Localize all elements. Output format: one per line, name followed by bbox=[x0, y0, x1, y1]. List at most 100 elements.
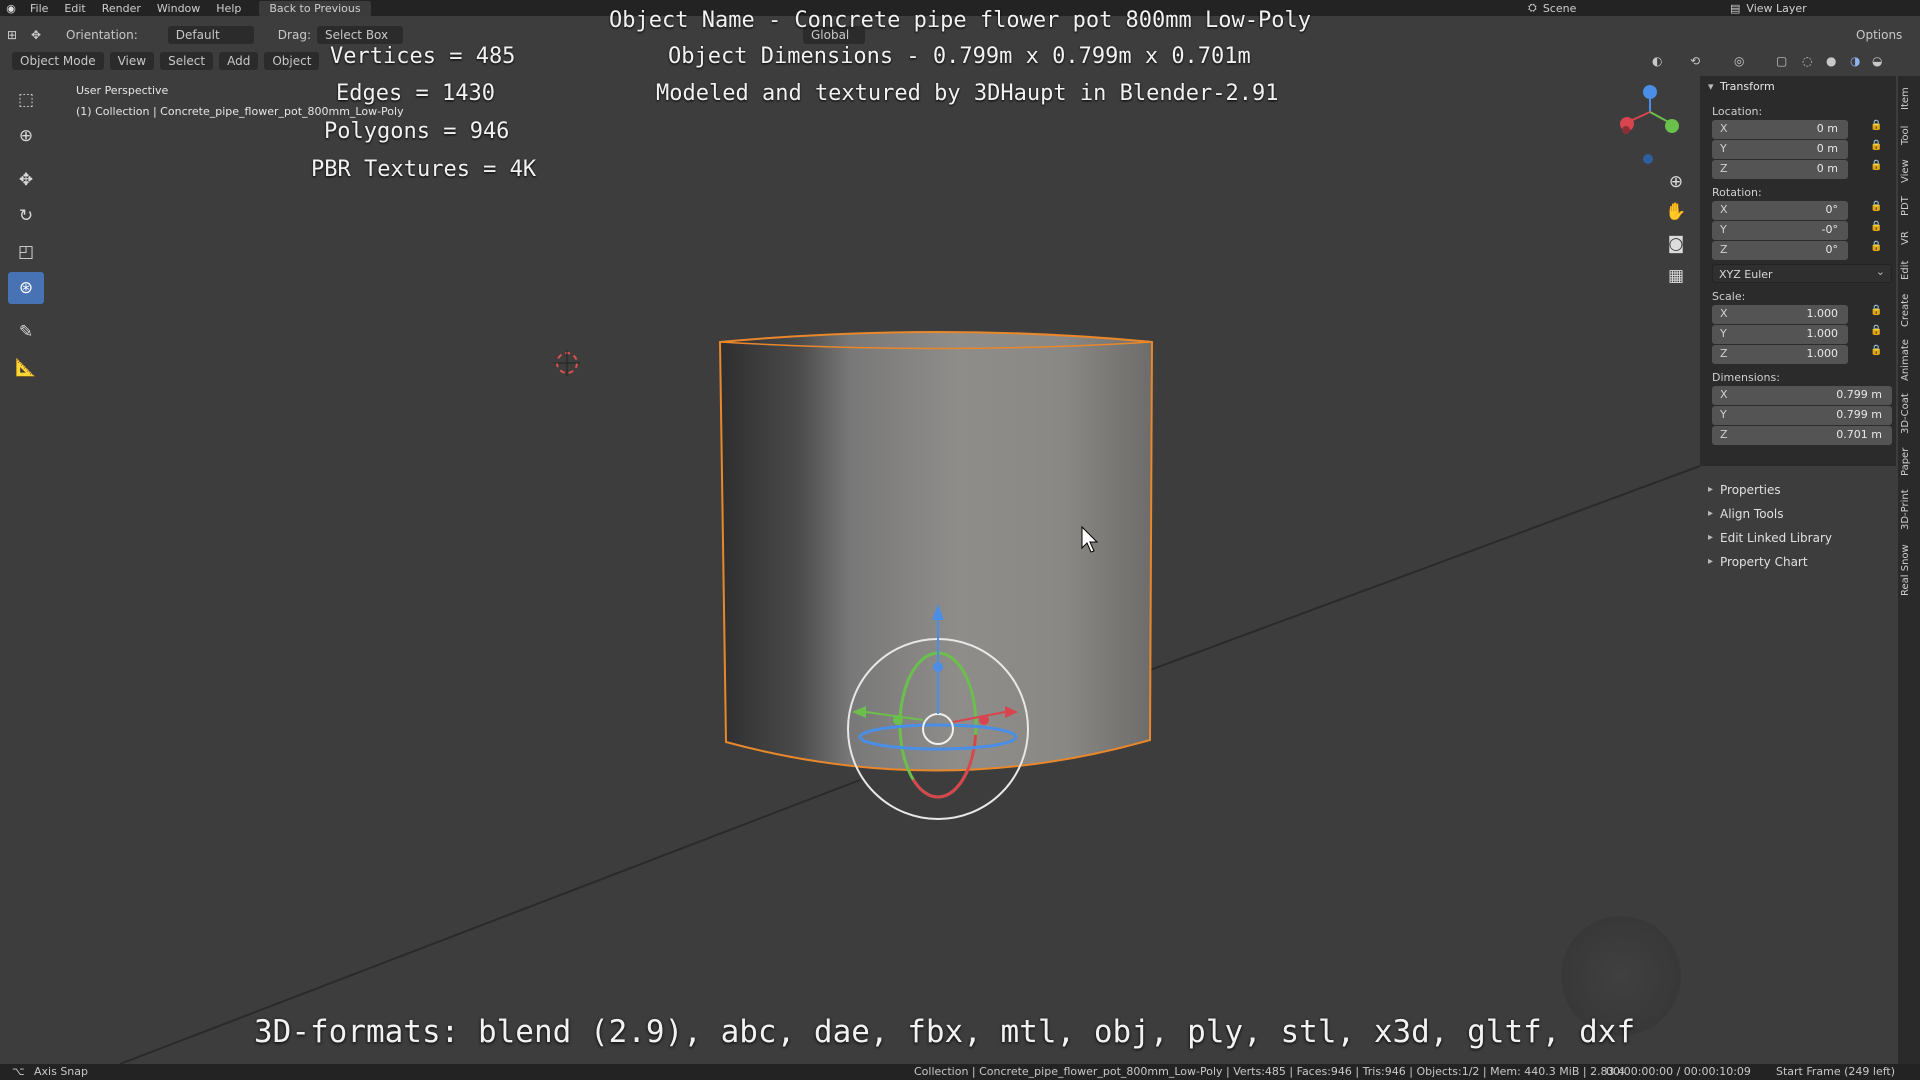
orientation-dropdown[interactable]: Default bbox=[167, 26, 254, 44]
tab-paper[interactable]: Paper bbox=[1900, 444, 1918, 480]
measure-tool-icon[interactable]: 📐 bbox=[8, 352, 44, 384]
xray-toggle-icon[interactable]: ▢ bbox=[1776, 54, 1787, 68]
vertices-count: Vertices = 485 bbox=[330, 44, 516, 69]
scene-selector[interactable]: ⛭ Scene bbox=[1528, 0, 1576, 16]
menu-render[interactable]: Render bbox=[94, 2, 149, 15]
visibility-icon[interactable]: ◐ bbox=[1652, 54, 1662, 68]
tab-3d-coat[interactable]: 3D-Coat bbox=[1900, 390, 1918, 438]
tab-3d-print[interactable]: 3D-Print bbox=[1900, 486, 1918, 534]
select-box-tool-icon[interactable]: ⬚ bbox=[8, 84, 44, 116]
lock-icon[interactable]: 🔒 bbox=[1870, 345, 1882, 357]
zoom-icon[interactable]: ⊕ bbox=[1662, 168, 1690, 196]
lock-icon[interactable]: 🔒 bbox=[1870, 140, 1882, 152]
editor-type-icon[interactable]: ⊞ bbox=[0, 24, 24, 46]
lock-icon[interactable]: 🔒 bbox=[1870, 221, 1882, 233]
polygons-count: Polygons = 946 bbox=[324, 119, 510, 144]
scale-x-field[interactable]: X 1.000 🔒 bbox=[1712, 305, 1882, 324]
scale-y-field[interactable]: Y 1.000 🔒 bbox=[1712, 325, 1882, 344]
move-tool-icon[interactable]: ✥ bbox=[8, 164, 44, 196]
location-x-field[interactable]: X0 m 🔒 bbox=[1712, 120, 1882, 139]
tab-view[interactable]: View bbox=[1900, 156, 1918, 186]
solid-shading-icon[interactable]: ● bbox=[1826, 54, 1836, 68]
gizmo-toggle-icon[interactable]: ⟲ bbox=[1690, 54, 1700, 68]
options-dropdown[interactable]: Options bbox=[1856, 28, 1902, 42]
rotation-z-field[interactable]: Z 0° 🔒 bbox=[1712, 241, 1882, 260]
view-menu[interactable]: View bbox=[109, 52, 155, 70]
dimensions-x-field[interactable]: X 0.799 m bbox=[1712, 386, 1892, 405]
dimensions-label: Dimensions: bbox=[1712, 371, 1780, 384]
status-frame: Start Frame (249 left) bbox=[1776, 1065, 1896, 1078]
view-layer-name[interactable]: View Layer bbox=[1746, 2, 1806, 15]
dimensions-y-field[interactable]: Y 0.799 m bbox=[1712, 406, 1892, 425]
cursor-tool-icon[interactable]: ⊕ bbox=[8, 120, 44, 152]
menu-help[interactable]: Help bbox=[208, 2, 249, 15]
viewport-perspective-label: User Perspective bbox=[76, 84, 169, 97]
lock-icon[interactable]: 🔒 bbox=[1870, 305, 1882, 317]
camera-view-icon[interactable]: ◙ bbox=[1662, 230, 1690, 258]
object-menu[interactable]: Object bbox=[264, 52, 320, 70]
view-layer-selector[interactable]: ▤ View Layer bbox=[1730, 0, 1807, 16]
lock-icon[interactable]: 🔒 bbox=[1870, 241, 1882, 253]
viewport-canvas[interactable] bbox=[0, 0, 1920, 1080]
overlay-toggle-icon[interactable]: ◎ bbox=[1734, 54, 1744, 68]
location-y-field[interactable]: Y0 m 🔒 bbox=[1712, 140, 1882, 159]
rendered-shading-icon[interactable]: ◒ bbox=[1872, 54, 1882, 68]
tab-item[interactable]: Item bbox=[1900, 84, 1918, 114]
location-z-field[interactable]: Z0 m 🔒 bbox=[1712, 160, 1882, 179]
tab-real-snow[interactable]: Real Snow bbox=[1900, 540, 1918, 600]
scale-z-field[interactable]: Z 1.000 🔒 bbox=[1712, 345, 1882, 364]
annotate-tool-icon[interactable]: ✎ bbox=[8, 316, 44, 348]
alt-key-icon: ⌥ bbox=[12, 1065, 25, 1078]
left-toolbar: ⬚ ⊕ ✥ ↻ ◰ ⊛ ✎ 📐 bbox=[8, 84, 48, 388]
rotation-x-field[interactable]: X 0° 🔒 bbox=[1712, 201, 1882, 220]
tab-edit[interactable]: Edit bbox=[1900, 256, 1918, 284]
tab-tool[interactable]: Tool bbox=[1900, 120, 1918, 150]
3d-cursor-icon[interactable] bbox=[554, 350, 580, 376]
tab-pdt[interactable]: PDT bbox=[1900, 192, 1918, 220]
transform-panel-title[interactable]: Transform bbox=[1700, 76, 1896, 98]
align-tools-subpanel[interactable]: Align Tools bbox=[1700, 502, 1896, 526]
rotation-mode-dropdown[interactable]: XYZ Euler bbox=[1712, 262, 1892, 283]
viewport-collection-label: (1) Collection | Concrete_pipe_flower_po… bbox=[76, 105, 404, 118]
menu-edit[interactable]: Edit bbox=[56, 2, 93, 15]
scale-tool-icon[interactable]: ◰ bbox=[8, 236, 44, 268]
wireframe-shading-icon[interactable]: ◌ bbox=[1802, 54, 1812, 68]
perspective-toggle-icon[interactable]: ▦ bbox=[1662, 262, 1690, 290]
scene-name[interactable]: Scene bbox=[1543, 2, 1577, 15]
transform-tool-icon[interactable]: ⊛ bbox=[8, 272, 44, 304]
back-to-previous-button[interactable]: Back to Previous bbox=[259, 0, 371, 16]
sidebar-transform-panel: Transform Location: X0 m🔒 Y0 m🔒 Z0 m🔒 Ro… bbox=[1700, 76, 1896, 466]
lock-icon[interactable]: 🔒 bbox=[1870, 201, 1882, 213]
orientation-label: Orientation: bbox=[66, 28, 138, 42]
drag-dropdown[interactable]: Select Box bbox=[316, 26, 403, 44]
concrete-pot-object[interactable] bbox=[718, 331, 1154, 772]
select-menu[interactable]: Select bbox=[160, 52, 214, 70]
material-shading-icon[interactable]: ◑ bbox=[1850, 54, 1860, 68]
rotation-y-field[interactable]: Y -0° 🔒 bbox=[1712, 221, 1882, 240]
active-tool-icon[interactable]: ✥ bbox=[24, 24, 48, 46]
view-axis-gizmo[interactable] bbox=[1620, 85, 1679, 164]
floor-axis-line bbox=[1149, 465, 1701, 671]
edges-count: Edges = 1430 bbox=[336, 81, 495, 106]
status-axis-snap: Axis Snap bbox=[34, 1065, 88, 1078]
add-menu[interactable]: Add bbox=[219, 52, 259, 70]
lock-icon[interactable]: 🔒 bbox=[1870, 325, 1882, 337]
tab-vr[interactable]: VR bbox=[1900, 226, 1918, 250]
tab-animate[interactable]: Animate bbox=[1900, 336, 1918, 384]
mode-dropdown[interactable]: Object Mode bbox=[12, 52, 104, 70]
rotation-label: Rotation: bbox=[1712, 186, 1762, 199]
rotate-tool-icon[interactable]: ↻ bbox=[8, 200, 44, 232]
status-scene-stats: Collection | Concrete_pipe_flower_pot_80… bbox=[914, 1065, 1626, 1078]
edit-linked-library-subpanel[interactable]: Edit Linked Library bbox=[1700, 526, 1896, 550]
blender-logo-icon[interactable]: ◉ bbox=[0, 0, 22, 16]
lock-icon[interactable]: 🔒 bbox=[1870, 160, 1882, 172]
lock-icon[interactable]: 🔒 bbox=[1870, 120, 1882, 132]
menu-file[interactable]: File bbox=[22, 2, 56, 15]
properties-subpanel[interactable]: Properties bbox=[1700, 478, 1896, 502]
pan-hand-icon[interactable]: ✋ bbox=[1662, 198, 1690, 226]
sidebar-tabs: Item Tool View PDT VR Edit Create Animat… bbox=[1898, 76, 1920, 1076]
tab-create[interactable]: Create bbox=[1900, 290, 1918, 330]
menu-window[interactable]: Window bbox=[149, 2, 208, 15]
property-chart-subpanel[interactable]: Property Chart bbox=[1700, 550, 1896, 574]
dimensions-z-field[interactable]: Z 0.701 m bbox=[1712, 426, 1892, 445]
